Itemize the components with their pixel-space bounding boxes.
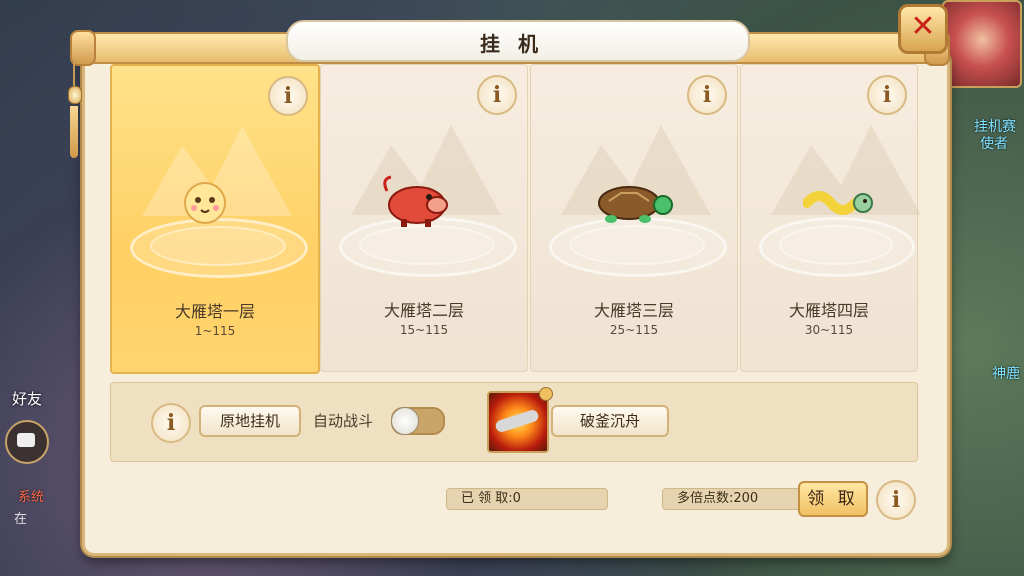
- floor-name: 大雁塔四层: [788, 301, 869, 320]
- pedestal-decoration: [359, 225, 495, 265]
- info-icon[interactable]: i: [268, 76, 308, 116]
- right-hud-text: 使者: [980, 136, 1008, 152]
- turtle-creature-icon: [598, 186, 673, 223]
- idle-here-button[interactable]: 原地挂机: [199, 405, 301, 437]
- floor-card[interactable]: i 大雁塔三层 25~115: [530, 64, 738, 372]
- tassel-decoration: [68, 60, 82, 160]
- friends-label[interactable]: 好友: [12, 388, 42, 409]
- multiplier-readout: 多倍点数:200: [662, 488, 804, 510]
- floor-card[interactable]: i 大雁塔四层 30~115: [740, 64, 921, 372]
- floor-card[interactable]: i 大雁塔一层 1~115: [110, 64, 320, 374]
- idle-dialog: 挂机 ✕ i 大雁塔一层 1~115 i 大雁塔二层 15~115 i 大雁塔三…: [68, 4, 950, 558]
- floor-name: 大雁塔三层: [593, 301, 674, 320]
- claimed-readout: 已 领 取:0: [446, 488, 608, 510]
- level-range: 15~115: [399, 323, 449, 337]
- info-icon[interactable]: i: [151, 403, 191, 443]
- player-avatar[interactable]: [942, 0, 1022, 88]
- close-button[interactable]: ✕: [898, 4, 948, 54]
- pedestal-decoration: [779, 225, 893, 265]
- egg-creature-icon: [184, 182, 226, 224]
- dialog-header: 挂机 ✕: [68, 4, 950, 158]
- system-message-text: 在: [14, 512, 28, 527]
- floor-name: 大雁塔一层: [174, 302, 255, 321]
- floor-name: 大雁塔二层: [383, 301, 464, 320]
- dragon-creature-icon: [803, 191, 873, 215]
- info-icon[interactable]: i: [687, 75, 727, 115]
- level-range: 25~115: [609, 323, 659, 337]
- pedestal-decoration: [150, 226, 286, 266]
- control-bar: i 原地挂机 自动战斗 破釜沉舟: [110, 382, 918, 462]
- info-icon[interactable]: i: [477, 75, 517, 115]
- floor-card-list: i 大雁塔一层 1~115 i 大雁塔二层 15~115 i 大雁塔三层 25~…: [110, 64, 921, 374]
- level-range: 30~115: [804, 323, 854, 337]
- floor-card[interactable]: i 大雁塔二层 15~115: [320, 64, 528, 372]
- system-channel-label: 系统: [18, 490, 45, 505]
- chat-icon[interactable]: [5, 420, 49, 464]
- claim-button[interactable]: 领 取: [798, 481, 868, 517]
- toggle-knob: [391, 407, 419, 435]
- right-hud-text: 神鹿: [992, 366, 1020, 382]
- info-icon[interactable]: i: [876, 480, 916, 520]
- skill-button[interactable]: 破釜沉舟: [551, 405, 669, 437]
- boar-creature-icon: [383, 175, 448, 227]
- title-plate: 挂机: [286, 20, 750, 62]
- level-range: 1~115: [194, 324, 236, 338]
- auto-battle-label: 自动战斗: [313, 412, 374, 430]
- dialog-title: 挂机: [480, 32, 556, 56]
- auto-battle-toggle[interactable]: [391, 407, 445, 435]
- info-icon[interactable]: i: [867, 75, 907, 115]
- pedestal-decoration: [569, 225, 705, 265]
- close-icon: ✕: [910, 9, 936, 44]
- person-icon: [539, 387, 553, 401]
- skill-icon[interactable]: [487, 387, 553, 453]
